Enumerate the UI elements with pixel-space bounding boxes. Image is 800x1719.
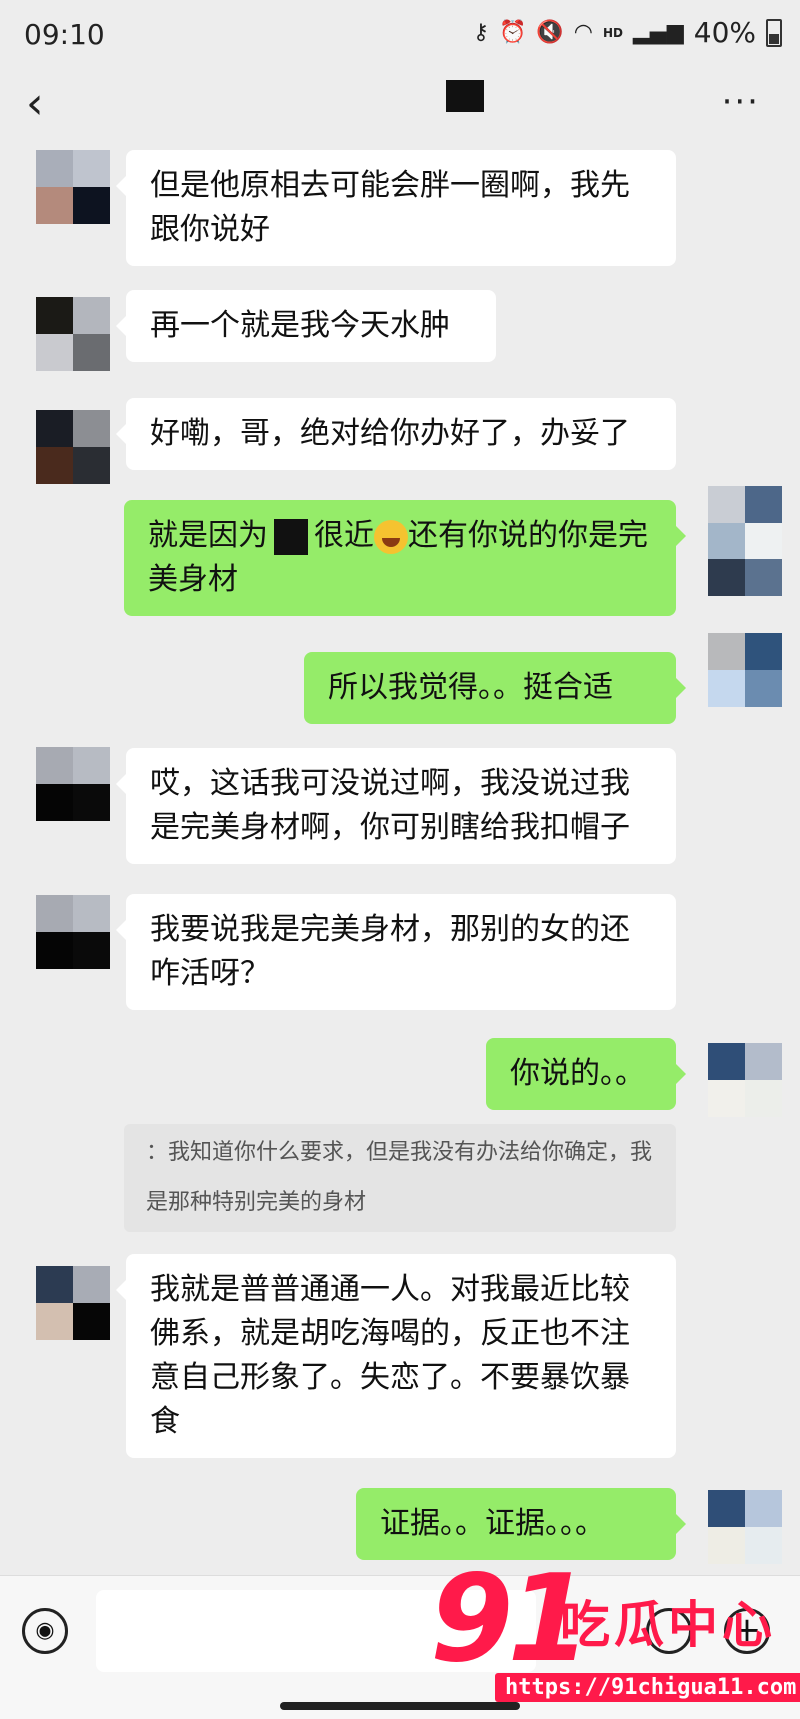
status-time: 09:10 [24, 18, 105, 51]
emoji-button[interactable] [646, 1608, 692, 1654]
input-bar: ◉ + [0, 1575, 800, 1719]
more-button[interactable]: ··· [722, 85, 760, 119]
chevron-left-icon: ‹ [26, 78, 44, 129]
avatar[interactable] [708, 633, 782, 707]
add-button[interactable]: + [724, 1608, 770, 1654]
avatar[interactable] [708, 1490, 782, 1564]
message-bubble[interactable]: 再一个就是我今天水肿 [116, 290, 496, 362]
message-bubble[interactable]: 证据。。证据。。。 [356, 1488, 686, 1560]
redacted-chat-title [446, 80, 484, 112]
voice-icon: ◉ [35, 1618, 55, 1643]
message-bubble[interactable]: 哎，这话我可没说过啊，我没说过我是完美身材啊，你可别瞎给我扣帽子 [116, 748, 676, 864]
home-indicator[interactable] [280, 1702, 520, 1710]
message-text: 很近 [314, 518, 374, 553]
redacted-word [274, 518, 308, 555]
hd-badge: HD [602, 25, 623, 40]
status-icons: ⚷ ⏰ 🔇 ◠ HD ▂▄▆ 40% [473, 16, 782, 49]
message-bubble[interactable]: 我就是普普通通一人。对我最近比较佛系，就是胡吃海喝的，反正也不注意自己形象了。失… [116, 1254, 676, 1458]
message-bubble[interactable]: 好嘞，哥，绝对给你办好了，办妥了 [116, 398, 676, 470]
avatar[interactable] [36, 150, 110, 224]
message-bubble[interactable]: 就是因为 很近 还有你说的你是完美身材 [124, 500, 686, 616]
voice-button[interactable]: ◉ [22, 1608, 68, 1654]
message-bubble[interactable]: 但是他原相去可能会胖一圈啊，我先跟你说好 [116, 150, 676, 266]
message-text: 就是因为 [148, 518, 268, 553]
quoted-message[interactable]: ：我知道你什么要求，但是我没有办法给你确定，我是那种特别完美的身材 [124, 1124, 676, 1232]
key-icon: ⚷ [472, 20, 489, 45]
back-button[interactable]: ‹ [26, 82, 66, 128]
status-bar: 09:10 ⚷ ⏰ 🔇 ◠ HD ▂▄▆ 40% [0, 0, 800, 70]
message-input[interactable] [96, 1590, 536, 1672]
alarm-icon: ⏰ [498, 20, 527, 45]
battery-icon [766, 18, 782, 47]
battery-percent: 40% [693, 16, 756, 49]
avatar[interactable] [708, 1043, 782, 1117]
plus-icon: + [732, 1610, 762, 1650]
wifi-icon: ◠ [573, 20, 593, 45]
message-bubble[interactable]: 你说的。。 [486, 1038, 686, 1110]
message-bubble[interactable]: 所以我觉得。。挺合适 [304, 652, 686, 724]
avatar[interactable] [36, 410, 110, 484]
avatar[interactable] [36, 1266, 110, 1340]
message-bubble[interactable]: 我要说我是完美身材，那别的女的还咋活呀？ [116, 894, 676, 1010]
signal-icon: ▂▄▆ [633, 20, 684, 45]
avatar[interactable] [36, 297, 110, 371]
mute-icon: 🔇 [536, 20, 564, 45]
avatar[interactable] [708, 486, 782, 596]
nav-bar: ‹ ··· [0, 70, 800, 140]
laughing-emoji-icon [374, 519, 408, 554]
avatar[interactable] [36, 747, 110, 821]
avatar[interactable] [36, 895, 110, 969]
